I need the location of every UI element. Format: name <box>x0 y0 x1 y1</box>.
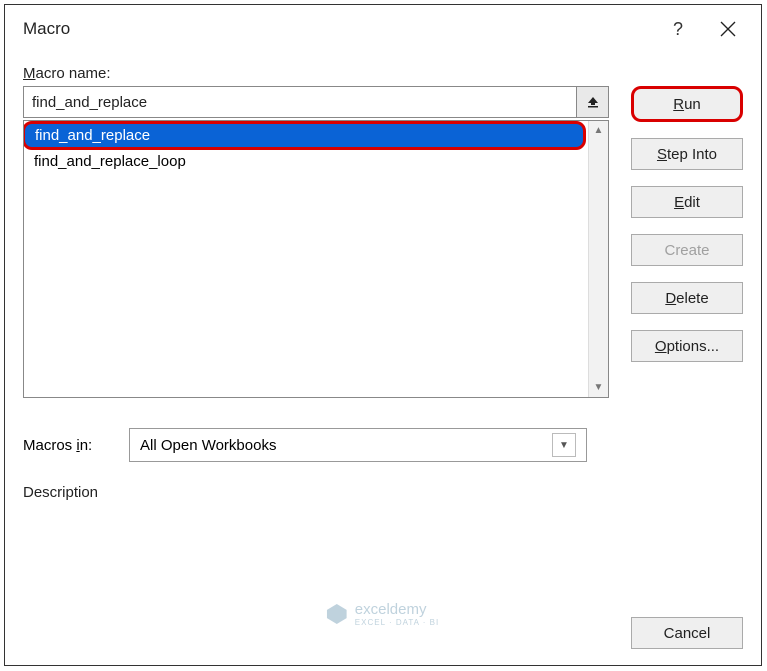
description-label: Description <box>23 484 743 501</box>
dialog-body: Macro name: find_and_replace find_and_re… <box>23 65 743 651</box>
list-scrollbar[interactable]: ▲ ▼ <box>588 121 608 397</box>
macro-name-label: Macro name: <box>23 65 743 82</box>
title-bar: Macro ? <box>5 5 761 53</box>
edit-button[interactable]: Edit <box>631 186 743 218</box>
watermark: exceldemy EXCEL · DATA · BI <box>327 601 439 627</box>
help-icon: ? <box>673 19 683 40</box>
macro-list[interactable]: find_and_replace find_and_replace_loop <box>24 121 588 397</box>
name-input-row <box>23 86 609 118</box>
list-item[interactable]: find_and_replace <box>24 121 586 150</box>
chevron-down-icon: ▼ <box>552 433 576 457</box>
macros-in-label: Macros in: <box>23 437 115 454</box>
delete-button[interactable]: Delete <box>631 282 743 314</box>
help-button[interactable]: ? <box>653 9 703 49</box>
macro-list-box: find_and_replace find_and_replace_loop ▲… <box>23 120 609 398</box>
close-icon <box>720 21 736 37</box>
watermark-logo-icon <box>327 604 347 624</box>
create-button: Create <box>631 234 743 266</box>
cancel-wrap: Cancel <box>631 617 743 649</box>
scroll-up-icon: ▲ <box>594 125 604 136</box>
list-item[interactable]: find_and_replace_loop <box>24 150 588 173</box>
button-column: Run Step Into Edit Create Delete Options… <box>631 86 743 398</box>
macros-in-row: Macros in: All Open Workbooks ▼ <box>23 428 743 462</box>
macros-in-dropdown[interactable]: All Open Workbooks ▼ <box>129 428 587 462</box>
watermark-text: exceldemy <box>355 601 439 618</box>
scroll-down-icon: ▼ <box>594 382 604 393</box>
options-button[interactable]: Options... <box>631 330 743 362</box>
cancel-button[interactable]: Cancel <box>631 617 743 649</box>
left-column: find_and_replace find_and_replace_loop ▲… <box>23 86 609 398</box>
dialog-title: Macro <box>23 19 653 39</box>
macro-dialog: Macro ? Macro name: find_and_replace fin… <box>4 4 762 666</box>
close-button[interactable] <box>703 9 753 49</box>
arrow-up-icon <box>586 95 600 109</box>
macro-name-input[interactable] <box>23 86 577 118</box>
go-to-location-button[interactable] <box>577 86 609 118</box>
dropdown-value: All Open Workbooks <box>140 437 276 454</box>
step-into-button[interactable]: Step Into <box>631 138 743 170</box>
run-button[interactable]: Run <box>631 86 743 122</box>
watermark-subtext: EXCEL · DATA · BI <box>355 618 439 627</box>
main-row: find_and_replace find_and_replace_loop ▲… <box>23 86 743 398</box>
